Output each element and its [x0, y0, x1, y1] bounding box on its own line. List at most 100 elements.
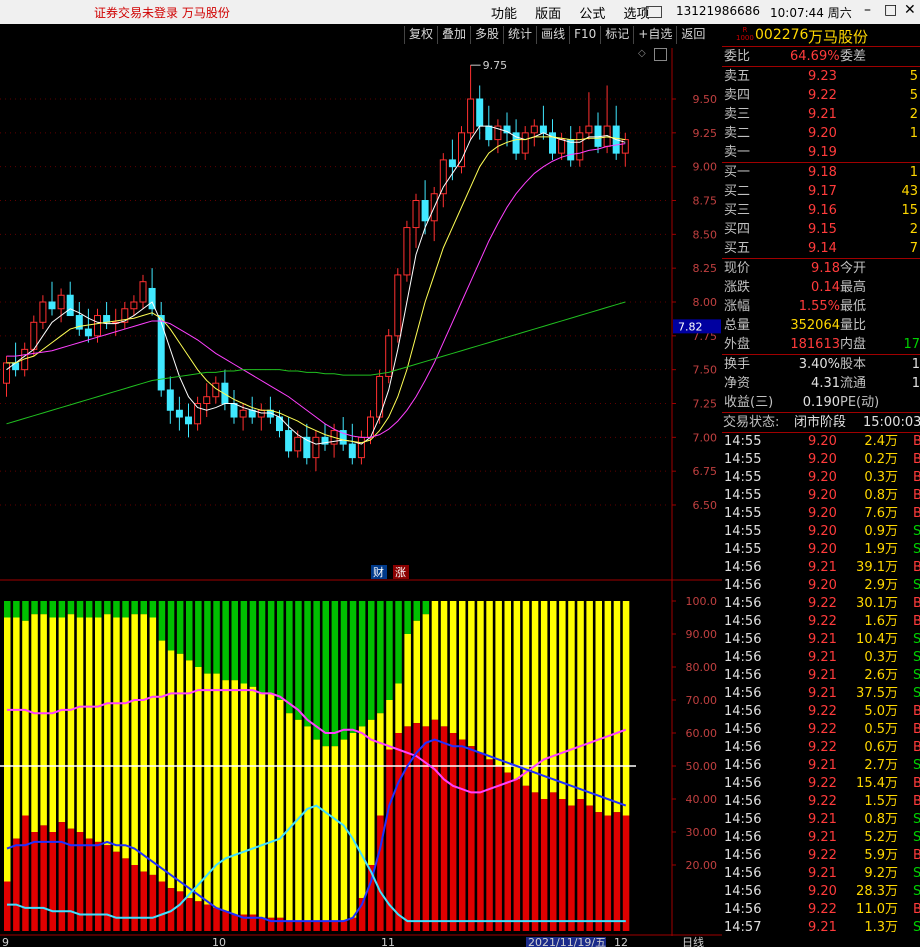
tick-row: 14:56 9.20 2.9万 S — [722, 577, 920, 595]
bar-red — [431, 719, 439, 931]
toolbar-button-5[interactable]: F10 — [569, 26, 600, 44]
candle-body — [3, 362, 10, 384]
bar-green — [349, 601, 357, 733]
bar-red — [95, 841, 102, 931]
candle-body — [394, 274, 402, 337]
tick-volume: 2.9万 — [864, 578, 898, 593]
menu-item-layout[interactable]: 版面 — [535, 7, 561, 22]
tick-side: B — [913, 902, 920, 917]
toolbar-button-4[interactable]: 画线 — [536, 26, 569, 44]
tick-time: 14:56 — [724, 668, 762, 683]
maximize-icon[interactable]: □ — [884, 2, 897, 18]
tick-time: 14:56 — [724, 686, 762, 701]
toolbar-button-2[interactable]: 多股 — [470, 26, 503, 44]
login-warning[interactable]: 证券交易未登录 万马股份 — [94, 4, 230, 21]
tick-price: 9.22 — [808, 794, 837, 809]
mail-icon[interactable] — [646, 6, 662, 18]
candle-body — [530, 125, 538, 134]
tick-side: S — [913, 884, 920, 899]
tick-row: 14:56 9.22 1.5万 B — [722, 793, 920, 811]
x-axis-label: 9 — [2, 936, 9, 947]
chart-area[interactable]: 9.509.259.008.758.508.258.007.757.507.25… — [0, 48, 722, 947]
bar-red — [76, 832, 84, 931]
toolbar-button-6[interactable]: 标记 — [600, 26, 633, 44]
bar-red — [222, 911, 229, 931]
tick-side: S — [913, 668, 920, 683]
ask-row: 卖一 9.19 — [722, 143, 920, 162]
tick-volume: 0.8万 — [864, 488, 898, 503]
high-label: 9.75 — [483, 59, 508, 72]
fundamentals-block: 换手 3.40% 股本 1 净资 4.31 流通 1 收益(三) 0.190 PE(动) — [722, 354, 920, 412]
fundamental-label: 换手 — [724, 357, 751, 372]
ask-label: 卖四 — [724, 88, 751, 103]
tick-side: B — [913, 614, 920, 629]
bar-yellow — [258, 693, 266, 918]
tick-price: 9.21 — [808, 920, 837, 935]
bar-green — [4, 601, 11, 618]
menu-item-function[interactable]: 功能 — [491, 7, 517, 22]
bar-yellow — [577, 601, 584, 799]
toolbar-button-0[interactable]: 复权 — [404, 26, 437, 44]
toolbar-button-8[interactable]: 返回 — [676, 26, 709, 44]
bid-label: 买二 — [724, 184, 751, 199]
bar-red — [331, 921, 339, 931]
bar-yellow — [386, 700, 393, 750]
bar-yellow — [395, 683, 402, 733]
tick-time: 14:55 — [724, 524, 762, 539]
minimize-icon[interactable]: – — [864, 2, 871, 18]
bid-label: 买三 — [724, 203, 751, 218]
bar-green — [295, 601, 302, 720]
bar-green — [267, 601, 275, 694]
toolbar-button-3[interactable]: 统计 — [503, 26, 536, 44]
price-tick-label: 7.25 — [693, 398, 718, 411]
bar-yellow — [222, 680, 229, 912]
candle-body — [357, 436, 365, 459]
toolbar-button-1[interactable]: 叠加 — [437, 26, 470, 44]
bar-yellow — [486, 601, 493, 760]
tick-row: 14:56 9.21 9.2万 S — [722, 865, 920, 883]
ask-row: 卖五 9.23 5 — [722, 67, 920, 86]
bid-label: 买四 — [724, 222, 751, 237]
tick-price: 9.21 — [808, 758, 837, 773]
tick-volume: 0.8万 — [864, 812, 898, 827]
price-tick-label: 8.75 — [693, 195, 718, 208]
bar-red — [313, 921, 320, 931]
price-tick-label: 9.00 — [693, 161, 718, 174]
tick-side: S — [913, 632, 920, 647]
fundamental-value: 3.40% — [798, 357, 840, 372]
tick-volume: 2.7万 — [864, 758, 898, 773]
fundamental-value: 4.31 — [811, 376, 840, 391]
indicator-tick-label: 70.00 — [686, 694, 718, 707]
bid-row: 买二 9.17 43 — [722, 182, 920, 201]
weicha-label: 委差 — [840, 49, 867, 64]
bar-yellow — [368, 719, 375, 865]
bar-yellow — [431, 601, 439, 720]
candle-body — [448, 159, 456, 168]
bid-row: 买三 9.16 15 — [722, 201, 920, 220]
tick-volume: 10.4万 — [856, 632, 898, 647]
candle-body — [175, 409, 183, 418]
tick-side: S — [913, 650, 920, 665]
tick-row: 14:55 9.20 1.9万 S — [722, 541, 920, 559]
bar-green — [340, 601, 348, 740]
candle-body — [439, 159, 447, 195]
tick-side: B — [913, 848, 920, 863]
candle-body — [130, 301, 138, 310]
ask-row: 卖三 9.21 2 — [722, 105, 920, 124]
tick-price: 9.22 — [808, 704, 837, 719]
tick-side: S — [913, 578, 920, 593]
tick-time: 14:56 — [724, 776, 762, 791]
bid-volume: 2 — [909, 222, 918, 237]
bar-yellow — [422, 614, 430, 727]
menu-item-formula[interactable]: 公式 — [579, 7, 605, 22]
quote-label: 现价 — [724, 261, 751, 276]
bar-green — [40, 601, 47, 615]
close-icon[interactable]: ✕ — [904, 2, 916, 18]
fundamental-label-2: 流通 — [840, 376, 867, 391]
toolbar-button-7[interactable]: +自选 — [633, 26, 676, 44]
fundamental-label-2: 股本 — [840, 357, 867, 372]
candle-body — [367, 416, 374, 438]
bar-red — [104, 845, 111, 931]
bid-row: 买一 9.18 1 — [722, 163, 920, 182]
ask-price: 9.22 — [808, 88, 837, 103]
